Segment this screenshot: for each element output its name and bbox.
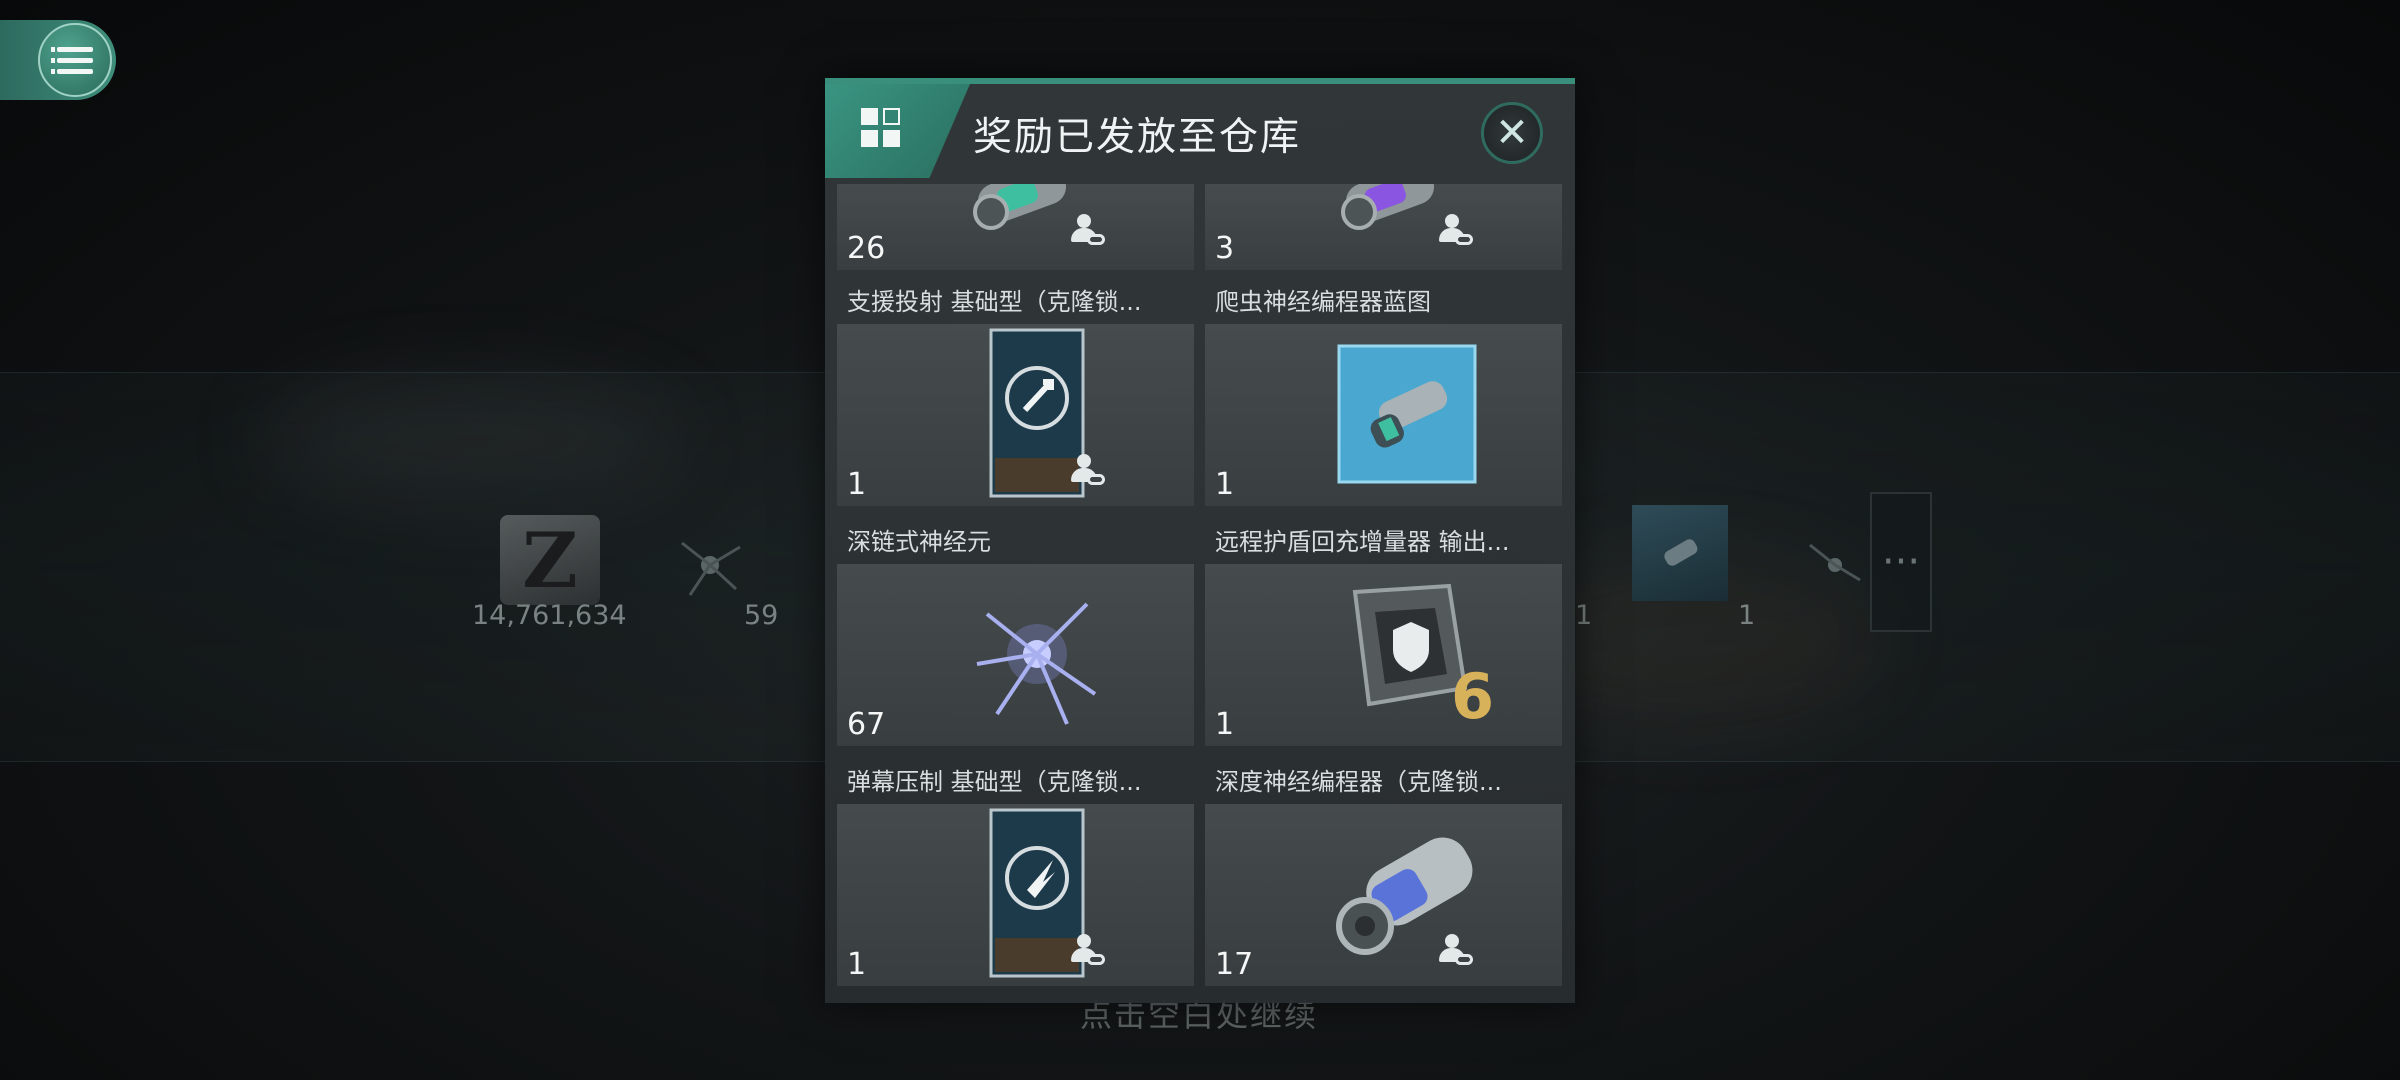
item-box: 1 (1205, 324, 1562, 506)
reward-item[interactable]: 深度神经编程器（克隆锁... 17 (1205, 760, 1562, 986)
item-box: 1 (837, 324, 1194, 506)
reward-item[interactable]: 26 (837, 184, 1194, 270)
item-count: 17 (1215, 947, 1254, 982)
more-label: ··· (1881, 539, 1921, 585)
more-button: ··· (1870, 492, 1932, 632)
dialog-header: 奖励已发放至仓库 ✕ (825, 84, 1575, 184)
bg-item-count: 1 (1575, 600, 1593, 631)
item-name: 弹幕压制 基础型（克隆锁... (847, 768, 1142, 796)
item-box: 26 (837, 184, 1194, 270)
grid-icon (861, 108, 901, 148)
reward-item[interactable]: 3 (1205, 184, 1562, 270)
clone-lock-icon (1437, 932, 1477, 972)
item-name: 远程护盾回充增量器 输出... (1215, 528, 1510, 556)
item-name: 爬虫神经编程器蓝图 (1215, 288, 1431, 316)
bg-blueprint-icon (1632, 505, 1728, 601)
clone-lock-icon (1069, 932, 1109, 972)
svg-text:6: 6 (1451, 660, 1494, 728)
menu-button[interactable] (0, 20, 116, 100)
bg-item-count: 1 (1738, 600, 1756, 631)
close-icon: ✕ (1495, 110, 1529, 156)
neural-programmer-green-icon (973, 184, 1067, 230)
clone-lock-icon (1437, 212, 1477, 252)
dialog-title: 奖励已发放至仓库 (973, 115, 1302, 160)
neuron-icon (976, 602, 1097, 725)
item-count: 67 (847, 707, 886, 742)
close-button[interactable]: ✕ (1481, 102, 1543, 164)
reward-item[interactable]: 爬虫神经编程器蓝图 1 (1205, 280, 1562, 506)
reward-item[interactable]: 支援投射 基础型（克隆锁... 1 (837, 280, 1194, 506)
isk-amount: 14,761,634 (472, 600, 627, 631)
shield-module-icon: 6 (1352, 583, 1494, 728)
item-box: 3 (1205, 184, 1562, 270)
reward-dialog: 奖励已发放至仓库 ✕ 26 3 支援投射 基础型（克隆锁... 1 爬虫神经编程… (825, 78, 1575, 1003)
menu-icon (38, 23, 112, 97)
game-screen[interactable]: Z 14,761,634 59 1 1 ··· 点击空白处继续 奖励已发放至仓库… (0, 0, 2400, 1080)
reward-grid[interactable]: 26 3 支援投射 基础型（克隆锁... 1 爬虫神经编程器蓝图 1 深链式神经… (837, 184, 1563, 1003)
reward-item[interactable]: 弹幕压制 基础型（克隆锁... 1 (837, 760, 1194, 986)
blueprint-icon (1337, 344, 1477, 484)
isk-currency-icon: Z (500, 515, 600, 605)
item-count: 1 (1215, 707, 1235, 742)
item-count: 1 (1215, 467, 1235, 502)
item-count: 3 (1215, 231, 1235, 266)
reward-item[interactable]: 深链式神经元 67 (837, 520, 1194, 746)
clone-lock-icon (1069, 212, 1109, 252)
item-box: 67 (837, 564, 1194, 746)
item-box: 6 1 (1205, 564, 1562, 746)
item-box: 1 (837, 804, 1194, 986)
item-name: 支援投射 基础型（克隆锁... (847, 288, 1142, 316)
item-name: 深度神经编程器（克隆锁... (1215, 768, 1502, 796)
item-name: 深链式神经元 (847, 528, 991, 556)
reward-item[interactable]: 远程护盾回充增量器 输出... 6 1 (1205, 520, 1562, 746)
neural-programmer-purple-icon (1341, 184, 1435, 230)
item-count: 1 (847, 467, 867, 502)
item-count: 26 (847, 231, 886, 266)
bg-item-count: 59 (744, 600, 779, 631)
item-box: 17 (1205, 804, 1562, 986)
clone-lock-icon (1069, 452, 1109, 492)
item-count: 1 (847, 947, 867, 982)
